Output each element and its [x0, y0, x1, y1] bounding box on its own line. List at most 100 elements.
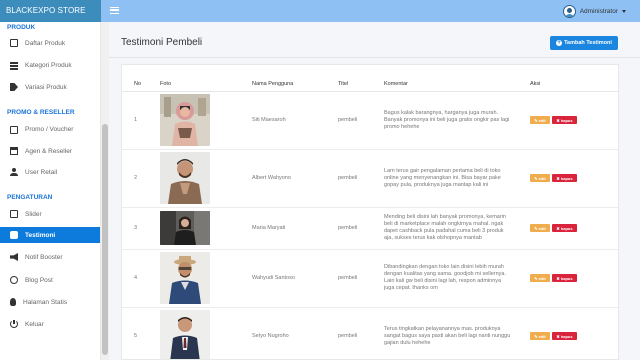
- row-number: 2: [122, 149, 148, 208]
- photo-cell: [148, 307, 240, 359]
- add-testimonial-label: Tambah Testimoni: [564, 40, 612, 46]
- delete-button[interactable]: ✖ hapus: [552, 274, 577, 282]
- edit-label: edit: [538, 275, 546, 281]
- delete-label: hapus: [560, 225, 573, 231]
- user-icon: [10, 168, 18, 176]
- action-cell: ✎ edit ✖ hapus: [518, 207, 618, 250]
- table-row: 2 Albert Wahyono pembeli Lam terus gair …: [122, 149, 618, 208]
- pencil-icon: ✎: [534, 275, 538, 281]
- sidebar-item-label: Halaman Statis: [23, 298, 68, 306]
- sidebar-item-daftar-produk[interactable]: Daftar Produk: [0, 35, 100, 51]
- column-header-komentar: Komentar: [372, 77, 518, 92]
- comment-cell: Terus tingkatkan pelayanannya mas. produ…: [372, 307, 518, 359]
- column-header-nama: Nama Pengguna: [240, 77, 326, 92]
- delete-button[interactable]: ✖ hapus: [552, 116, 577, 124]
- sidebar-section-pengaturan: PENGATURAN: [7, 194, 53, 201]
- tag-icon: [10, 83, 18, 91]
- row-number: 3: [122, 207, 148, 250]
- row-number: 1: [122, 91, 148, 150]
- sidebar-item-notif-booster[interactable]: Notif Booster: [0, 249, 100, 265]
- photo-cell: [148, 207, 240, 250]
- top-navbar: BLACKEXPO STORE Administrator: [0, 0, 640, 22]
- table-row: 4 Wahyudi Santoso pembeli Dibandingkan d…: [122, 249, 618, 308]
- edit-label: edit: [538, 117, 546, 123]
- user-photo: [160, 94, 210, 146]
- sidebar-item-keluar[interactable]: Keluar: [0, 316, 100, 332]
- close-icon: ✖: [556, 275, 560, 281]
- comment-text: Lam terus gair pengalaman pertama beli d…: [384, 167, 501, 188]
- sidebar-item-promo-voucher[interactable]: Promo / Voucher: [0, 121, 100, 137]
- table-row: 5 Setyo Nugroho pembeli Terus tingkatkan…: [122, 307, 618, 359]
- edit-button[interactable]: ✎ edit: [530, 174, 550, 182]
- action-cell: ✎ edit ✖ hapus: [518, 307, 618, 359]
- column-header-no: No: [122, 77, 148, 92]
- delete-button[interactable]: ✖ hapus: [552, 174, 577, 182]
- delete-label: hapus: [560, 275, 573, 281]
- user-photo: [160, 211, 210, 245]
- action-cell: ✎ edit ✖ hapus: [518, 149, 618, 208]
- column-header-aksi: Aksi: [518, 77, 618, 92]
- hamburger-menu-icon[interactable]: [110, 7, 119, 14]
- user-title-cell: pembeli: [326, 149, 372, 208]
- photo-cell: [148, 91, 240, 150]
- sidebar-item-label: User Retail: [25, 168, 58, 176]
- store-icon: [10, 147, 18, 155]
- photo-cell: [148, 249, 240, 308]
- column-header-foto: Foto: [148, 77, 240, 92]
- sidebar-item-label: Agen & Reseller: [25, 147, 72, 155]
- user-name-cell: Siti Maesaroh: [240, 91, 326, 150]
- table-row: 3 Maria Maryati pembeli Mending beli dis…: [122, 207, 618, 250]
- slider-icon: [10, 210, 18, 218]
- photo-cell: [148, 149, 240, 208]
- sidebar-section-promo: PROMO & RESELLER: [7, 109, 75, 116]
- user-name-cell: Wahyudi Santoso: [240, 249, 326, 308]
- comment-cell: Lam terus gair pengalaman pertama beli d…: [372, 149, 518, 208]
- delete-button[interactable]: ✖ hapus: [552, 332, 577, 340]
- user-menu[interactable]: Administrator: [562, 4, 626, 18]
- edit-label: edit: [538, 225, 546, 231]
- edit-button[interactable]: ✎ edit: [530, 116, 550, 124]
- close-icon: ✖: [556, 175, 560, 181]
- user-title-cell: pembeli: [326, 307, 372, 359]
- sidebar-item-halaman-statis[interactable]: Halaman Statis: [0, 294, 100, 310]
- comment-cell: Dibandingkan dengan toko lain disini leb…: [372, 249, 518, 308]
- sidebar-item-blog-post[interactable]: Blog Post: [0, 272, 100, 288]
- sidebar-item-variasi-produk[interactable]: Variasi Produk: [0, 79, 100, 95]
- sidebar-item-label: Blog Post: [25, 276, 53, 284]
- brand-logo[interactable]: BLACKEXPO STORE: [0, 0, 101, 22]
- edit-button[interactable]: ✎ edit: [530, 274, 550, 282]
- sidebar-item-testimoni[interactable]: Testimoni: [0, 227, 100, 243]
- add-testimonial-button[interactable]: + Tambah Testimoni: [550, 36, 618, 50]
- delete-button[interactable]: ✖ hapus: [552, 224, 577, 232]
- user-name-cell: Maria Maryati: [240, 207, 326, 250]
- pencil-icon: ✎: [534, 225, 538, 231]
- sidebar-item-slider[interactable]: Slider: [0, 206, 100, 222]
- user-title-cell: pembeli: [326, 91, 372, 150]
- sidebar-item-kategori-produk[interactable]: Kategori Produk: [0, 57, 100, 73]
- user-photo: [160, 310, 210, 359]
- user-title-cell: pembeli: [326, 249, 372, 308]
- sidebar-scrollbar[interactable]: [101, 22, 109, 360]
- bulb-icon: [10, 298, 16, 306]
- sidebar: PRODUK Daftar Produk Kategori Produk Var…: [0, 22, 101, 360]
- sidebar-item-user-retail[interactable]: User Retail: [0, 164, 100, 180]
- list-icon: [10, 61, 18, 70]
- pencil-icon: ✎: [534, 333, 538, 339]
- sidebar-item-label: Notif Booster: [25, 253, 63, 261]
- sidebar-item-agen-reseller[interactable]: Agen & Reseller: [0, 143, 100, 159]
- scrollbar-thumb[interactable]: [102, 124, 108, 355]
- power-icon: [10, 319, 18, 328]
- comment-text: Dibandingkan dengan toko lain disini leb…: [384, 264, 506, 291]
- close-icon: ✖: [556, 117, 560, 123]
- bullhorn-icon: [10, 253, 18, 261]
- sidebar-item-label: Daftar Produk: [25, 39, 66, 47]
- user-photo: [160, 252, 210, 304]
- edit-button[interactable]: ✎ edit: [530, 332, 550, 340]
- user-name-cell: Setyo Nugroho: [240, 307, 326, 359]
- close-icon: ✖: [556, 333, 560, 339]
- sidebar-item-label: Kategori Produk: [25, 61, 72, 69]
- comment-cell: Mending beli disini lah banyak promonya,…: [372, 207, 518, 250]
- sidebar-section-produk: PRODUK: [7, 24, 36, 31]
- edit-button[interactable]: ✎ edit: [530, 224, 550, 232]
- comment-cell: Bagus kalak barangnya, harganya juga mur…: [372, 91, 518, 150]
